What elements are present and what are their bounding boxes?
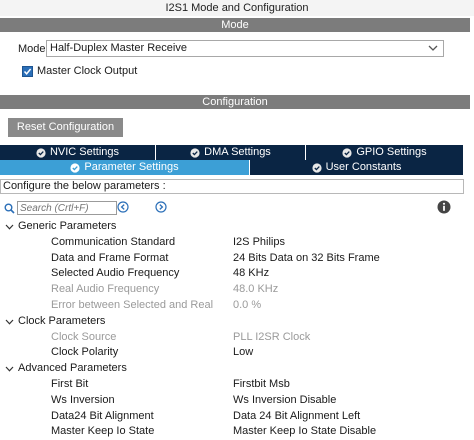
param-ws-inversion[interactable]: Ws Inversion Ws Inversion Disable [0, 393, 470, 409]
param-real-audio-frequency: Real Audio Frequency 48.0 KHz [0, 282, 470, 298]
param-master-keep-io-state[interactable]: Master Keep Io State Master Keep Io State… [0, 424, 470, 440]
param-value[interactable]: 24 Bits Data on 32 Bits Frame [233, 251, 380, 267]
chevron-down-icon [428, 45, 438, 51]
param-value: 0.0 % [233, 298, 262, 311]
group-label: Advanced Parameters [18, 362, 127, 375]
tab-dma-settings[interactable]: DMA Settings [156, 145, 306, 160]
check-circle-icon [36, 147, 46, 158]
param-value[interactable]: Master Keep Io State Disable [233, 424, 376, 440]
check-circle-icon [70, 162, 81, 173]
mode-select[interactable]: Half-Duplex Master Receive [46, 40, 444, 57]
chevron-down-icon [5, 319, 14, 325]
tab-label: Parameter Settings [84, 161, 179, 173]
param-key: Real Audio Frequency [51, 283, 160, 296]
mode-select-value: Half-Duplex Master Receive [50, 42, 187, 54]
param-clock-source: Clock Source PLL I2SR Clock [0, 330, 470, 346]
chevron-down-icon [5, 366, 14, 372]
tab-gpio-settings[interactable]: GPIO Settings [306, 145, 464, 160]
search-bar [4, 200, 117, 216]
reset-configuration-button[interactable]: Reset Configuration [8, 118, 123, 137]
param-key: First Bit [51, 377, 89, 390]
param-value[interactable]: Low [233, 345, 253, 361]
chevron-down-icon [5, 224, 14, 230]
master-clock-output-checkbox[interactable] [22, 65, 33, 77]
search-input[interactable] [17, 201, 117, 215]
param-data24-bit-alignment[interactable]: Data24 Bit Alignment Data 24 Bit Alignmen… [0, 409, 470, 425]
window-title: I2S1 Mode and Configuration [0, 0, 474, 16]
param-key: Communication Standard [51, 235, 176, 248]
tab-parameter-settings[interactable]: Parameter Settings [0, 160, 250, 175]
param-value: PLL I2SR Clock [233, 330, 311, 343]
configuration-header: Configuration [0, 95, 470, 109]
param-key: Selected Audio Frequency [51, 267, 180, 280]
mode-label: Mode [18, 43, 46, 55]
check-circle-icon [311, 162, 322, 173]
tab-label: NVIC Settings [49, 146, 120, 158]
param-value[interactable]: Firstbit Msb [233, 377, 290, 393]
mode-header: Mode [0, 18, 470, 32]
param-value: 48.0 KHz [233, 283, 279, 296]
param-communication-standard[interactable]: Communication Standard I2S Philips [0, 235, 470, 251]
param-value[interactable]: Ws Inversion Disable [233, 393, 336, 409]
param-value[interactable]: I2S Philips [233, 235, 285, 251]
param-key: Master Keep Io State [51, 425, 155, 438]
tab-label: GPIO Settings [356, 146, 427, 158]
parameters-description: Configure the below parameters : [0, 179, 464, 194]
tabs-row-bottom: Parameter Settings User Constants [0, 160, 464, 175]
param-error-between-selected-and-real: Error between Selected and Real 0.0 % [0, 298, 470, 314]
parameter-tree: Generic Parameters Communication Standar… [0, 219, 470, 440]
tab-label: DMA Settings [204, 146, 271, 158]
check-circle-icon [190, 147, 200, 158]
param-key: Data24 Bit Alignment [51, 409, 154, 422]
mode-row: Mode [18, 40, 46, 58]
search-previous-icon[interactable] [117, 201, 129, 213]
checkmark-icon [23, 68, 32, 75]
tab-nvic-settings[interactable]: NVIC Settings [0, 145, 156, 160]
group-clock-parameters[interactable]: Clock Parameters [0, 314, 470, 330]
search-icon [4, 203, 15, 214]
tabs-row-top: NVIC Settings DMA Settings GPIO Settings [0, 145, 464, 160]
param-first-bit[interactable]: First Bit Firstbit Msb [0, 377, 470, 393]
param-selected-audio-frequency[interactable]: Selected Audio Frequency 48 KHz [0, 266, 470, 282]
master-clock-output-row[interactable]: Master Clock Output [22, 64, 137, 78]
check-circle-icon [342, 147, 352, 158]
tab-user-constants[interactable]: User Constants [250, 160, 464, 175]
group-label: Clock Parameters [18, 314, 106, 327]
group-advanced-parameters[interactable]: Advanced Parameters [0, 361, 470, 377]
param-key: Clock Polarity [51, 346, 119, 359]
param-key: Clock Source [51, 330, 117, 343]
tab-label: User Constants [325, 161, 402, 173]
param-value[interactable]: Data 24 Bit Alignment Left [233, 409, 360, 425]
group-label: Generic Parameters [18, 220, 117, 232]
param-value[interactable]: 48 KHz [233, 266, 269, 282]
info-icon[interactable] [437, 200, 451, 214]
param-key: Data and Frame Format [51, 251, 169, 264]
param-key: Error between Selected and Real [51, 298, 214, 311]
master-clock-output-label: Master Clock Output [37, 65, 138, 77]
param-key: Ws Inversion [51, 393, 115, 406]
group-generic-parameters[interactable]: Generic Parameters [0, 219, 470, 235]
param-clock-polarity[interactable]: Clock Polarity Low [0, 345, 470, 361]
search-next-icon[interactable] [155, 201, 167, 213]
param-data-and-frame-format[interactable]: Data and Frame Format 24 Bits Data on 32 … [0, 251, 470, 267]
